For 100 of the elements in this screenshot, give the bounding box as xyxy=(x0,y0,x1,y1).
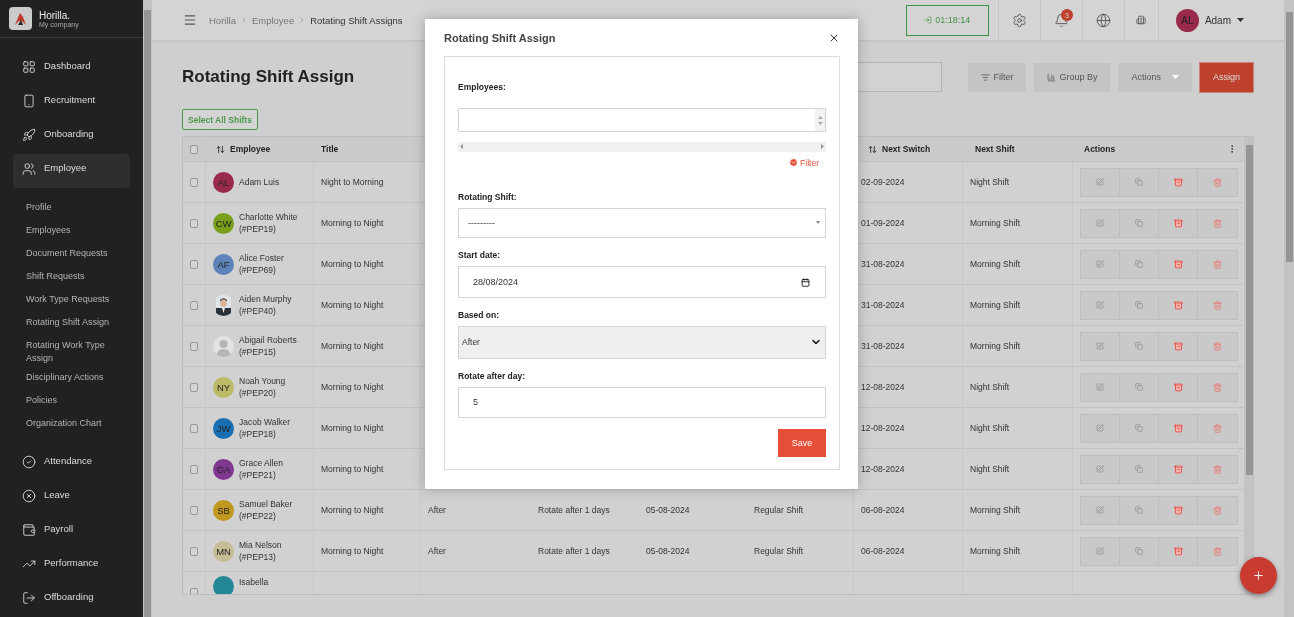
checkbox[interactable] xyxy=(190,464,198,474)
duplicate-button[interactable] xyxy=(1120,373,1159,401)
table-cell: Morning Shift xyxy=(970,299,1021,311)
duplicate-button[interactable] xyxy=(1120,291,1159,319)
edit-button[interactable] xyxy=(1081,291,1120,319)
sidebar-item[interactable]: Dashboard xyxy=(13,52,130,86)
sort-icon[interactable] xyxy=(216,144,225,154)
column-header[interactable]: Employee xyxy=(230,144,271,154)
edit-button[interactable] xyxy=(1081,496,1120,524)
edit-button[interactable] xyxy=(1081,209,1120,237)
scrollbar[interactable] xyxy=(1284,0,1294,617)
based-on-select[interactable]: After xyxy=(458,325,826,359)
checkbox[interactable] xyxy=(190,382,198,392)
duplicate-button[interactable] xyxy=(1120,496,1159,524)
checkbox[interactable] xyxy=(190,218,198,228)
delete-button[interactable] xyxy=(1198,537,1237,565)
edit-button[interactable] xyxy=(1081,537,1120,565)
scrollbar[interactable] xyxy=(1244,137,1253,594)
scrollbar[interactable] xyxy=(143,0,152,617)
duplicate-button[interactable] xyxy=(1120,414,1159,442)
delete-button[interactable] xyxy=(1198,373,1237,401)
duplicate-button[interactable] xyxy=(1120,250,1159,278)
archive-button[interactable] xyxy=(1159,455,1198,483)
sidebar-subitem[interactable]: Work Type Requests xyxy=(26,290,131,313)
delete-button[interactable] xyxy=(1198,496,1237,524)
toolbar-button[interactable]: Assign xyxy=(1200,62,1253,92)
duplicate-button[interactable] xyxy=(1120,168,1159,196)
filter-link[interactable]: Filter xyxy=(789,157,819,168)
sidebar-subitem[interactable]: Rotating Work Type Assign xyxy=(26,336,131,368)
sidebar-item[interactable]: Attendance xyxy=(13,447,130,481)
delete-button[interactable] xyxy=(1198,332,1237,360)
delete-button[interactable] xyxy=(1198,455,1237,483)
archive-button[interactable] xyxy=(1159,209,1198,237)
archive-button[interactable] xyxy=(1159,332,1198,360)
toolbar-button[interactable]: Group By xyxy=(1034,62,1111,92)
delete-button[interactable] xyxy=(1198,414,1237,442)
delete-button[interactable] xyxy=(1198,168,1237,196)
checkbox[interactable] xyxy=(190,300,198,310)
archive-button[interactable] xyxy=(1159,373,1198,401)
delete-button[interactable] xyxy=(1198,209,1237,237)
employee-select-field[interactable] xyxy=(458,108,826,132)
start-date-field[interactable]: 28/08/2024 xyxy=(458,266,826,298)
table-cell: Night Shift xyxy=(970,463,1010,475)
duplicate-button[interactable] xyxy=(1120,455,1159,483)
left-arrow-icon[interactable] xyxy=(460,144,463,150)
edit-button[interactable] xyxy=(1081,414,1120,442)
archive-button[interactable] xyxy=(1159,168,1198,196)
checkbox[interactable] xyxy=(190,423,198,433)
sidebar-item[interactable]: Employee xyxy=(13,154,130,188)
archive-button[interactable] xyxy=(1159,414,1198,442)
edit-button[interactable] xyxy=(1081,168,1120,196)
sidebar-subitem[interactable]: Profile xyxy=(26,198,131,221)
sidebar-subitem[interactable]: Rotating Shift Assign xyxy=(26,313,131,336)
edit-button[interactable] xyxy=(1081,455,1120,483)
checkbox[interactable] xyxy=(190,546,198,556)
sidebar-subitem[interactable]: Employees xyxy=(26,221,131,244)
user-menu[interactable]: AL Adam xyxy=(1157,0,1284,40)
archive-button[interactable] xyxy=(1159,537,1198,565)
delete-button[interactable] xyxy=(1198,250,1237,278)
rotating-shift-select[interactable]: --------- xyxy=(458,207,826,239)
rotate-days-field[interactable]: 5 xyxy=(458,386,826,419)
scrollbar[interactable] xyxy=(458,142,826,152)
table-cell: 31-08-2024 xyxy=(861,299,905,311)
checkbox[interactable] xyxy=(190,341,198,351)
sidebar-subitem[interactable]: Disciplinary Actions xyxy=(26,368,131,391)
checkbox[interactable] xyxy=(190,259,198,269)
archive-button[interactable] xyxy=(1159,291,1198,319)
right-arrow-icon[interactable] xyxy=(821,144,824,150)
archive-button[interactable] xyxy=(1159,250,1198,278)
employee-code: (#PEP21) xyxy=(239,469,277,481)
sidebar-item[interactable]: Performance xyxy=(13,549,130,583)
sidebar-item[interactable]: Recruitment xyxy=(13,86,130,120)
duplicate-button[interactable] xyxy=(1120,537,1159,565)
sidebar-item[interactable]: Onboarding xyxy=(13,120,130,154)
sidebar-subitem[interactable]: Document Requests xyxy=(26,244,131,267)
checkbox[interactable] xyxy=(190,177,198,187)
menu-icon[interactable] xyxy=(183,13,197,27)
edit-button[interactable] xyxy=(1081,332,1120,360)
checkbox[interactable] xyxy=(190,587,198,594)
sidebar-item[interactable]: Payroll xyxy=(13,515,130,549)
delete-button[interactable] xyxy=(1198,291,1237,319)
sidebar-subitem[interactable]: Shift Requests xyxy=(26,267,131,290)
column-header[interactable]: Next Switch xyxy=(882,144,931,154)
toolbar-button[interactable]: Filter xyxy=(968,62,1027,92)
archive-button[interactable] xyxy=(1159,496,1198,524)
edit-button[interactable] xyxy=(1081,373,1120,401)
toolbar-button[interactable]: Actions xyxy=(1118,62,1192,92)
checkbox[interactable] xyxy=(190,505,198,515)
edit-button[interactable] xyxy=(1081,250,1120,278)
duplicate-button[interactable] xyxy=(1120,209,1159,237)
phone-icon xyxy=(22,94,36,108)
duplicate-button[interactable] xyxy=(1120,332,1159,360)
breadcrumb-link[interactable]: Rotating Shift Assigns xyxy=(310,14,403,26)
sidebar-subitem[interactable]: Policies xyxy=(26,391,131,414)
sidebar-subitem[interactable]: Organization Chart xyxy=(26,414,131,437)
save-button[interactable]: Save xyxy=(778,429,826,457)
sidebar-item[interactable]: Offboarding xyxy=(13,583,130,617)
sidebar-item[interactable]: Leave xyxy=(13,481,130,515)
checkbox[interactable] xyxy=(190,144,198,154)
sort-icon[interactable] xyxy=(868,144,877,154)
